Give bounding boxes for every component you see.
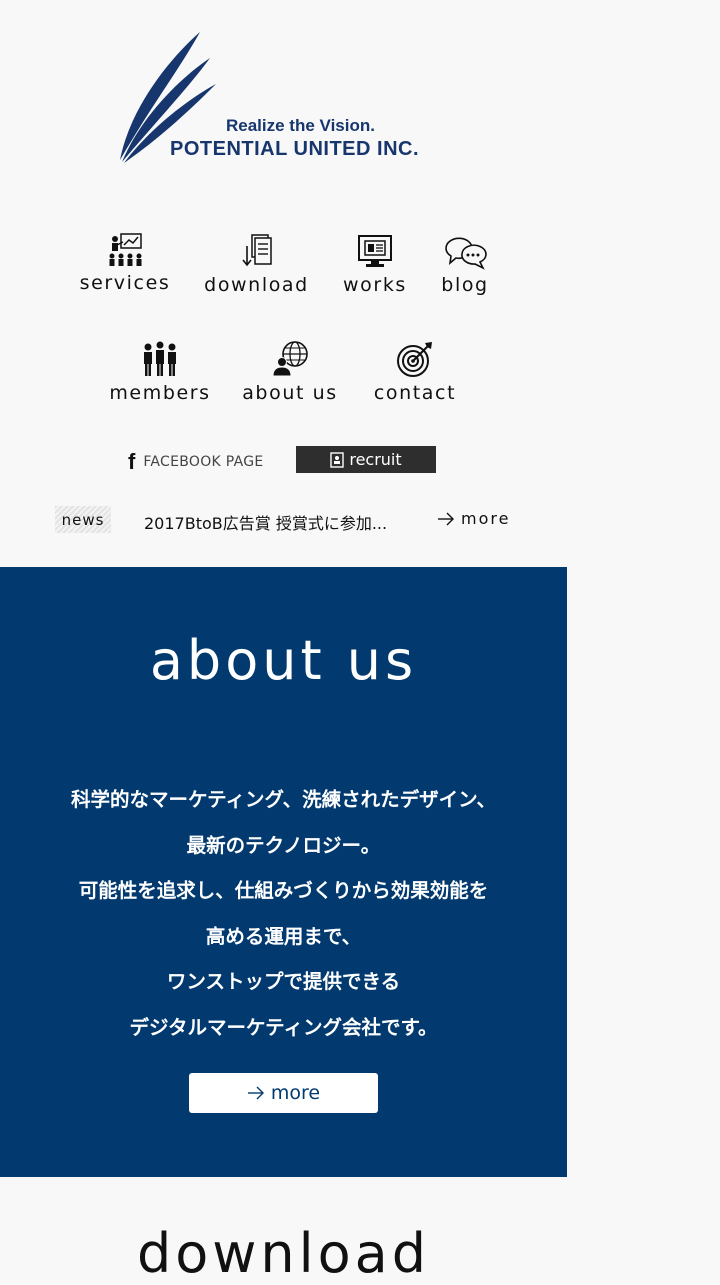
document-download-icon (241, 234, 272, 267)
recruit-button[interactable]: recruit (296, 446, 436, 473)
news-more-link[interactable]: more (437, 509, 510, 528)
presentation-icon (109, 233, 142, 266)
nav-label-contact: contact (373, 382, 457, 404)
recruit-label: recruit (349, 450, 402, 469)
facebook-icon: f (128, 449, 136, 474)
globe-person-icon (272, 341, 308, 377)
company-logo[interactable]: Realize the Vision. POTENTIAL UNITED INC… (110, 28, 460, 168)
nav-item-about-us[interactable]: about us (242, 340, 338, 404)
about-line: 科学的なマーケティング、洗練されたデザイン、 (71, 788, 496, 811)
people-group-icon (144, 341, 176, 376)
nav-item-download[interactable]: download (204, 232, 309, 296)
logo-company-name: POTENTIAL UNITED INC. (170, 138, 420, 160)
about-line: デジタルマーケティング会社です。 (129, 1015, 438, 1039)
nav-item-contact[interactable]: contact (372, 340, 458, 404)
news-tag-label: news (61, 510, 105, 529)
news-more-label: more (461, 509, 511, 528)
about-us-description: 科学的なマーケティング、洗練されたデザイン、 最新のテクノロジー。 可能性を追求… (0, 777, 567, 1051)
nav-label-members: members (109, 382, 211, 404)
nav-label-works: works (343, 274, 407, 296)
about-us-section: about us 科学的なマーケティング、洗練されたデザイン、 最新のテクノロジ… (0, 567, 567, 1177)
nav-label-blog: blog (441, 274, 489, 296)
about-line: ワンストップで提供できる (166, 970, 401, 994)
logo-tagline: Realize the Vision. (226, 116, 375, 135)
about-more-button[interactable]: more (189, 1073, 378, 1113)
about-more-label: more (270, 1082, 321, 1104)
about-line: 最新のテクノロジー。 (186, 833, 381, 857)
news-tag: news (55, 506, 111, 533)
news-headline-link[interactable]: 2017BtoB広告賞 授賞式に参加... (144, 510, 387, 534)
target-icon (397, 342, 432, 377)
nav-item-works[interactable]: works (340, 232, 410, 296)
nav-item-members[interactable]: members (108, 340, 212, 404)
facebook-page-link[interactable]: f FACEBOOK PAGE (128, 449, 264, 475)
about-line: 可能性を追求し、仕組みづくりから効果効能を (78, 879, 489, 903)
nav-item-services[interactable]: services (76, 232, 174, 294)
nav-item-blog[interactable]: blog (438, 232, 492, 296)
facebook-page-label: FACEBOOK PAGE (143, 454, 264, 470)
nav-label-services: services (79, 272, 171, 294)
about-us-heading: about us (149, 629, 418, 692)
nav-label-about-us: about us (242, 382, 338, 404)
about-line: 高める運用まで、 (205, 924, 362, 948)
id-badge-icon (330, 451, 345, 468)
speech-bubbles-icon (445, 237, 487, 270)
arrow-right-icon (438, 512, 454, 525)
monitor-icon (358, 235, 392, 267)
download-heading: download (136, 1222, 431, 1285)
arrow-right-icon (247, 1086, 264, 1100)
nav-label-download: download (204, 274, 309, 296)
